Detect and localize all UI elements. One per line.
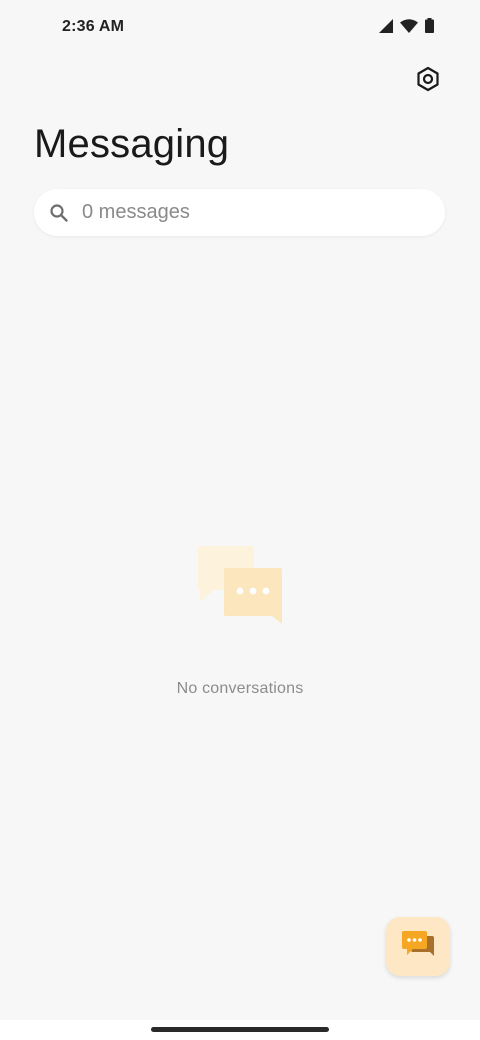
settings-gear-icon bbox=[415, 66, 441, 97]
search-bar[interactable] bbox=[34, 189, 445, 236]
empty-state: No conversations bbox=[0, 544, 480, 698]
new-conversation-button[interactable] bbox=[386, 917, 450, 976]
search-icon bbox=[48, 202, 70, 224]
status-bar: 2:36 AM bbox=[0, 0, 480, 56]
status-icons bbox=[379, 18, 434, 38]
chat-bubbles-icon bbox=[194, 544, 286, 628]
wifi-icon bbox=[400, 18, 418, 38]
empty-state-message: No conversations bbox=[176, 680, 304, 697]
page-title: Messaging bbox=[34, 122, 230, 166]
settings-button[interactable] bbox=[408, 62, 448, 100]
home-indicator[interactable] bbox=[151, 1027, 329, 1032]
battery-icon bbox=[425, 18, 434, 38]
search-input[interactable] bbox=[82, 201, 402, 224]
signal-icon bbox=[379, 18, 393, 38]
navigation-bar bbox=[0, 1020, 480, 1040]
status-time: 2:36 AM bbox=[62, 18, 125, 35]
new-conversation-icon bbox=[401, 930, 435, 963]
